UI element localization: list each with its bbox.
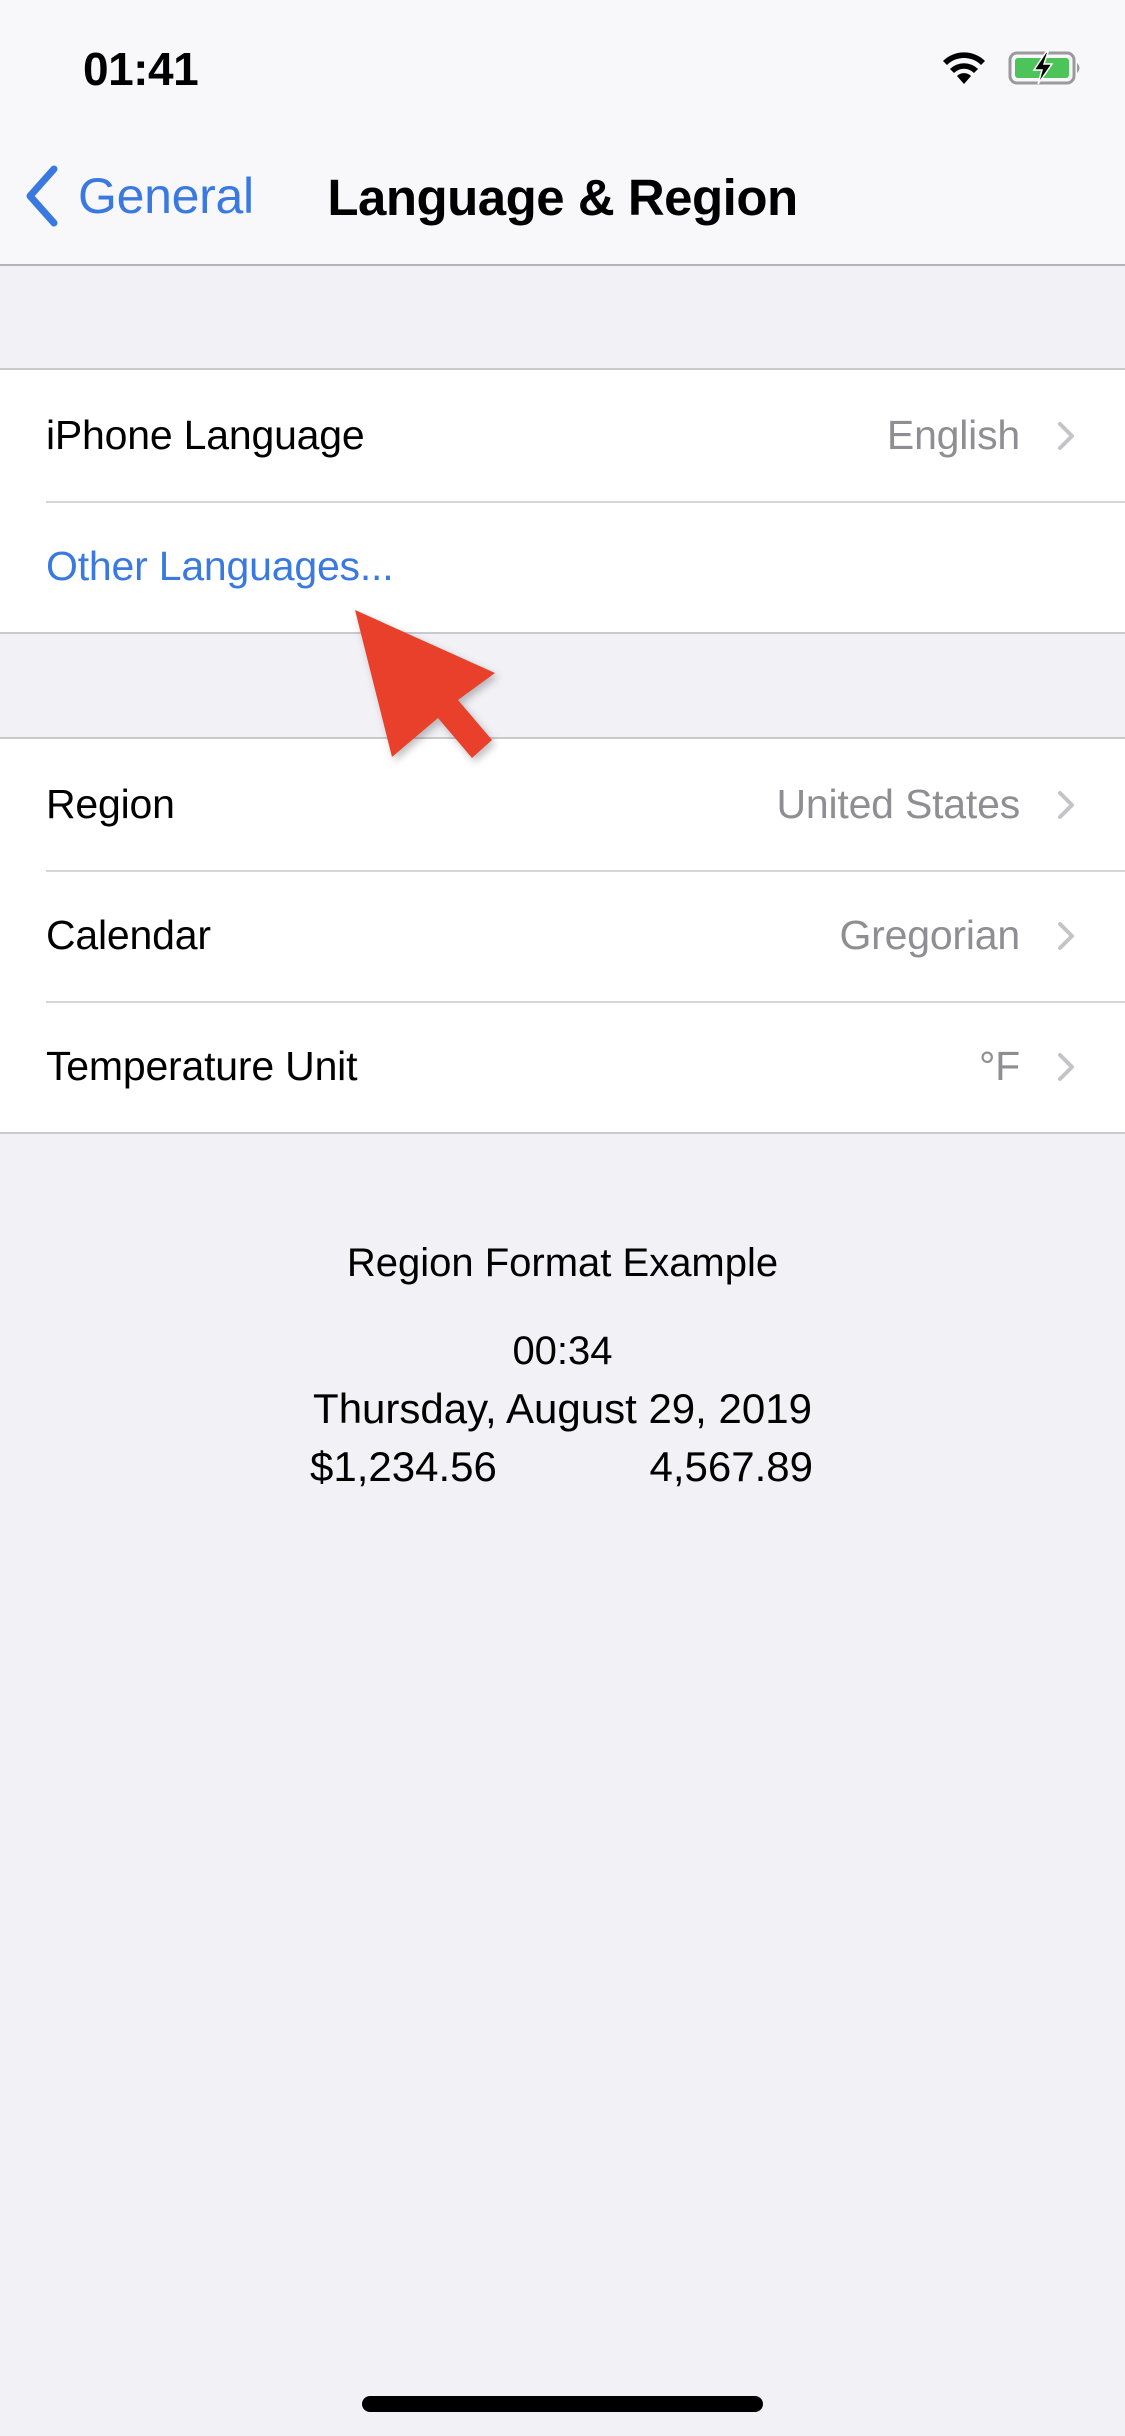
row-label: Calendar [46,912,211,958]
example-currency: $1,234.56 [310,1443,497,1490]
battery-charging-icon [1008,51,1080,85]
page-title-text: Language & Region [327,169,798,226]
chevron-right-icon [1058,421,1074,450]
other-languages-link[interactable]: Other Languages... [46,543,394,590]
row-value: United States [776,781,1020,827]
row-value: Gregorian [839,912,1020,958]
temperature-unit-row[interactable]: Temperature Unit °F [0,1001,1125,1132]
region-format-example: Region Format Example 00:34 Thursday, Au… [0,1232,1125,1496]
region-row[interactable]: Region United States [0,739,1125,870]
other-languages-row[interactable]: Other Languages... [0,501,1125,632]
chevron-right-icon [1058,921,1074,950]
annotation-arrow-icon [355,610,495,758]
calendar-row[interactable]: Calendar Gregorian [0,870,1125,1001]
region-format-title: Region Format Example [346,1241,779,1285]
row-label: Temperature Unit [46,1043,358,1089]
iphone-language-row[interactable]: iPhone Language English [0,370,1125,501]
page-title: Language & Region [0,168,1125,227]
home-indicator[interactable] [362,2396,763,2412]
status-time: 01:41 [83,43,199,95]
row-value: English [886,412,1020,458]
language-group: iPhone Language English Other Languages.… [0,368,1125,634]
example-numbers: $1,234.56 4,567.89 [0,1438,1125,1496]
example-date: Thursday, August 29, 2019 [313,1385,812,1432]
row-label: iPhone Language [46,412,365,458]
chevron-right-icon [1058,790,1074,819]
chevron-right-icon [1058,1052,1074,1081]
wifi-icon [943,52,985,84]
region-group: Region United States Calendar Gregorian … [0,737,1125,1134]
example-number: 4,567.89 [649,1443,814,1490]
row-value: °F [978,1043,1020,1089]
status-bar: 01:41 [0,0,1125,130]
example-time: 00:34 [512,1329,613,1373]
row-label: Region [46,781,175,827]
navigation-bar: General Language & Region [0,130,1125,266]
